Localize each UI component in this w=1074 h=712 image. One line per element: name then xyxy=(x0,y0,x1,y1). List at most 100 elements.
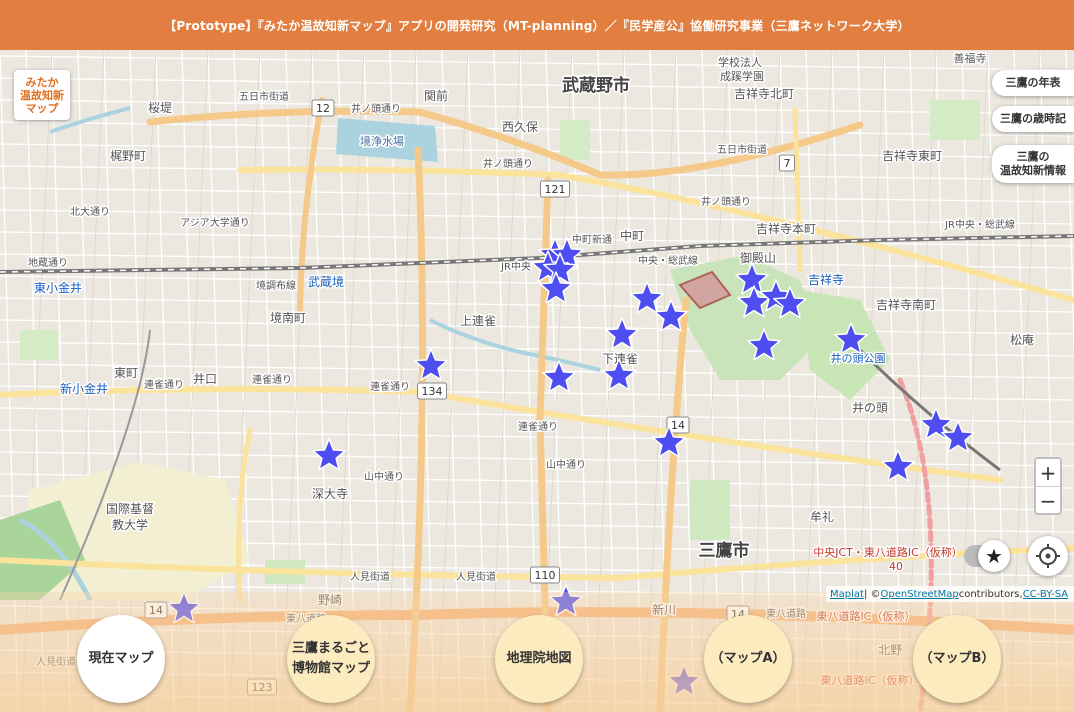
map-label: 吉祥寺東町 xyxy=(882,149,942,163)
map-label: 松庵 xyxy=(1010,332,1034,347)
route-shield: 121 xyxy=(540,180,570,198)
map-label: 成蹊学園 xyxy=(720,69,764,83)
map-label: 西久保 xyxy=(502,120,538,134)
license-link[interactable]: CC-BY-SA xyxy=(1023,589,1068,600)
map-label: 吉祥寺本町 xyxy=(756,222,816,236)
route-shield: 123 xyxy=(247,678,277,696)
mitaka-museum-map-button[interactable]: 三鷹まるごと 博物館マップ xyxy=(287,615,375,703)
map-label: 吉祥寺北町 xyxy=(734,87,794,101)
route-shield: 14 xyxy=(144,601,168,619)
map-label: 中町 xyxy=(620,228,644,243)
crosshair-icon xyxy=(1036,544,1060,568)
current-map-button-label: 現在マップ xyxy=(88,651,154,666)
history-info-button-label: 三鷹の xyxy=(1016,150,1050,163)
map-label: 東小金井 xyxy=(34,280,82,295)
map-label: 上連雀 xyxy=(460,314,496,328)
map-label: 野崎 xyxy=(318,593,342,607)
map-label: 東八道路IC（仮称） xyxy=(817,609,916,623)
museum-map-button-label: 三鷹まるごと xyxy=(291,641,370,656)
header-title: 【Prototype】『みたか温故知新マップ』アプリの開発研究（MT-plann… xyxy=(164,18,910,33)
map-label: 吉祥寺 xyxy=(808,273,844,287)
logo-line: 温故知新 xyxy=(20,88,64,102)
route-shield-number: 123 xyxy=(252,681,273,694)
map-label: 御殿山 xyxy=(740,250,776,265)
route-shield: 12 xyxy=(311,99,335,117)
map-label: 連雀通り xyxy=(370,380,410,393)
map-canvas[interactable]: 12 7 121 134 14 110 14 14 123 武蔵野市 三鷹市 学校法人 成蹊学園 吉祥寺… xyxy=(0,0,1074,712)
map-label: 井の頭 xyxy=(852,401,888,415)
app-header: 【Prototype】『みたか温故知新マップ』アプリの開発研究（MT-plann… xyxy=(0,0,1074,50)
attribution-text: contributors, xyxy=(958,588,1023,600)
map-label: 連雀通り xyxy=(518,420,558,433)
map-a-button[interactable]: （マップA） xyxy=(704,615,792,703)
locate-button[interactable] xyxy=(1028,536,1068,576)
timeline-button[interactable]: 三鷹の年表 xyxy=(992,70,1074,96)
map-label: 桜堤 xyxy=(148,101,172,115)
map-b-button-label: （マップB） xyxy=(919,651,995,666)
map-label: 梶野町 xyxy=(110,149,146,163)
gsi-map-button-label: 地理院地図 xyxy=(506,651,572,666)
map-label: 境調布線 xyxy=(256,279,296,292)
gsi-map-button[interactable]: 地理院地図 xyxy=(495,615,583,703)
map-label: 学校法人 xyxy=(718,55,762,69)
map-label: アジア大学通り xyxy=(180,216,250,229)
timeline-button-label: 三鷹の年表 xyxy=(1005,76,1061,89)
zoom-control: + − xyxy=(1034,457,1062,515)
route-shield-number: 110 xyxy=(535,569,556,582)
map-label: 五日市街道 xyxy=(717,143,767,156)
map-label: 地蔵通り xyxy=(28,256,68,269)
map-label: 連雀通り xyxy=(252,373,292,386)
map-label: 北野 xyxy=(878,643,902,657)
zoom-in-button[interactable]: + xyxy=(1036,459,1060,486)
map-b-button[interactable]: （マップB） xyxy=(913,615,1001,703)
star-icon: ★ xyxy=(985,544,1003,568)
map-label: 武蔵境 xyxy=(308,274,344,289)
map-label: 連雀通り xyxy=(144,378,184,391)
map-a-button-label: （マップA） xyxy=(710,651,786,666)
history-info-button-label: 温故知新情報 xyxy=(1000,164,1066,177)
map-label: 吉祥寺南町 xyxy=(876,297,936,312)
route-shield: 110 xyxy=(530,566,560,584)
map-label: 三鷹市 xyxy=(699,540,750,561)
map-label: 山中通り xyxy=(364,470,404,483)
seasonal-calendar-button[interactable]: 三鷹の歳時記 xyxy=(992,106,1074,132)
logo-line: みたか xyxy=(25,75,59,89)
attribution-separator: | © xyxy=(863,588,881,600)
map-label: 40 xyxy=(889,560,903,573)
map-label: 武蔵野市 xyxy=(562,75,630,96)
map-label: 教大学 xyxy=(112,517,148,532)
map-label: 井口 xyxy=(193,372,217,386)
route-shield: 134 xyxy=(417,382,447,400)
map-label: 人見街道 xyxy=(456,570,496,583)
route-shield: 7 xyxy=(779,154,795,172)
map-label: 北大通り xyxy=(70,205,110,218)
map-label: 新川 xyxy=(652,602,676,617)
maplat-link[interactable]: Maplat xyxy=(830,589,864,600)
museum-map-button-label: 博物館マップ xyxy=(291,661,370,676)
map-label: 井ノ頭通り xyxy=(701,195,751,208)
map-label: 牟礼 xyxy=(810,509,834,524)
marker-toggle-button[interactable]: ★ xyxy=(978,540,1010,572)
route-shield-number: 121 xyxy=(545,183,566,196)
map-label: 井の頭公園 xyxy=(831,351,886,365)
map-label: 中町新通 xyxy=(572,233,612,246)
map-label: 深大寺 xyxy=(312,487,348,501)
openstreetmap-link[interactable]: OpenStreetMap xyxy=(881,589,959,600)
map-label: 国際基督 xyxy=(106,501,154,516)
map-attribution: Maplat | © OpenStreetMap contributors, C… xyxy=(826,586,1074,602)
route-shield-number: 7 xyxy=(784,157,791,170)
map-label: 東八道路 xyxy=(766,607,806,620)
map-label: JR中央 xyxy=(500,260,531,273)
history-info-button[interactable]: 三鷹の 温故知新情報 xyxy=(992,145,1074,183)
map-label: JR中央・総武線 xyxy=(944,218,1015,231)
map-layer[interactable]: 1271211341411014 14123 武蔵野市三鷹市学校法人成蹊学園吉祥寺… xyxy=(0,0,1074,712)
map-label: 関前 xyxy=(424,88,448,103)
map-label: 東八道路IC（仮称） xyxy=(821,673,920,687)
route-shield-number: 134 xyxy=(422,385,443,398)
map-label: 人見街道 xyxy=(350,570,390,583)
zoom-out-button[interactable]: − xyxy=(1036,486,1060,514)
app-logo[interactable]: みたか 温故知新 マップ xyxy=(14,70,70,120)
route-shield-number: 12 xyxy=(316,102,330,115)
current-map-button[interactable]: 現在マップ xyxy=(77,615,165,703)
map-label: 人見街道 xyxy=(36,655,76,668)
